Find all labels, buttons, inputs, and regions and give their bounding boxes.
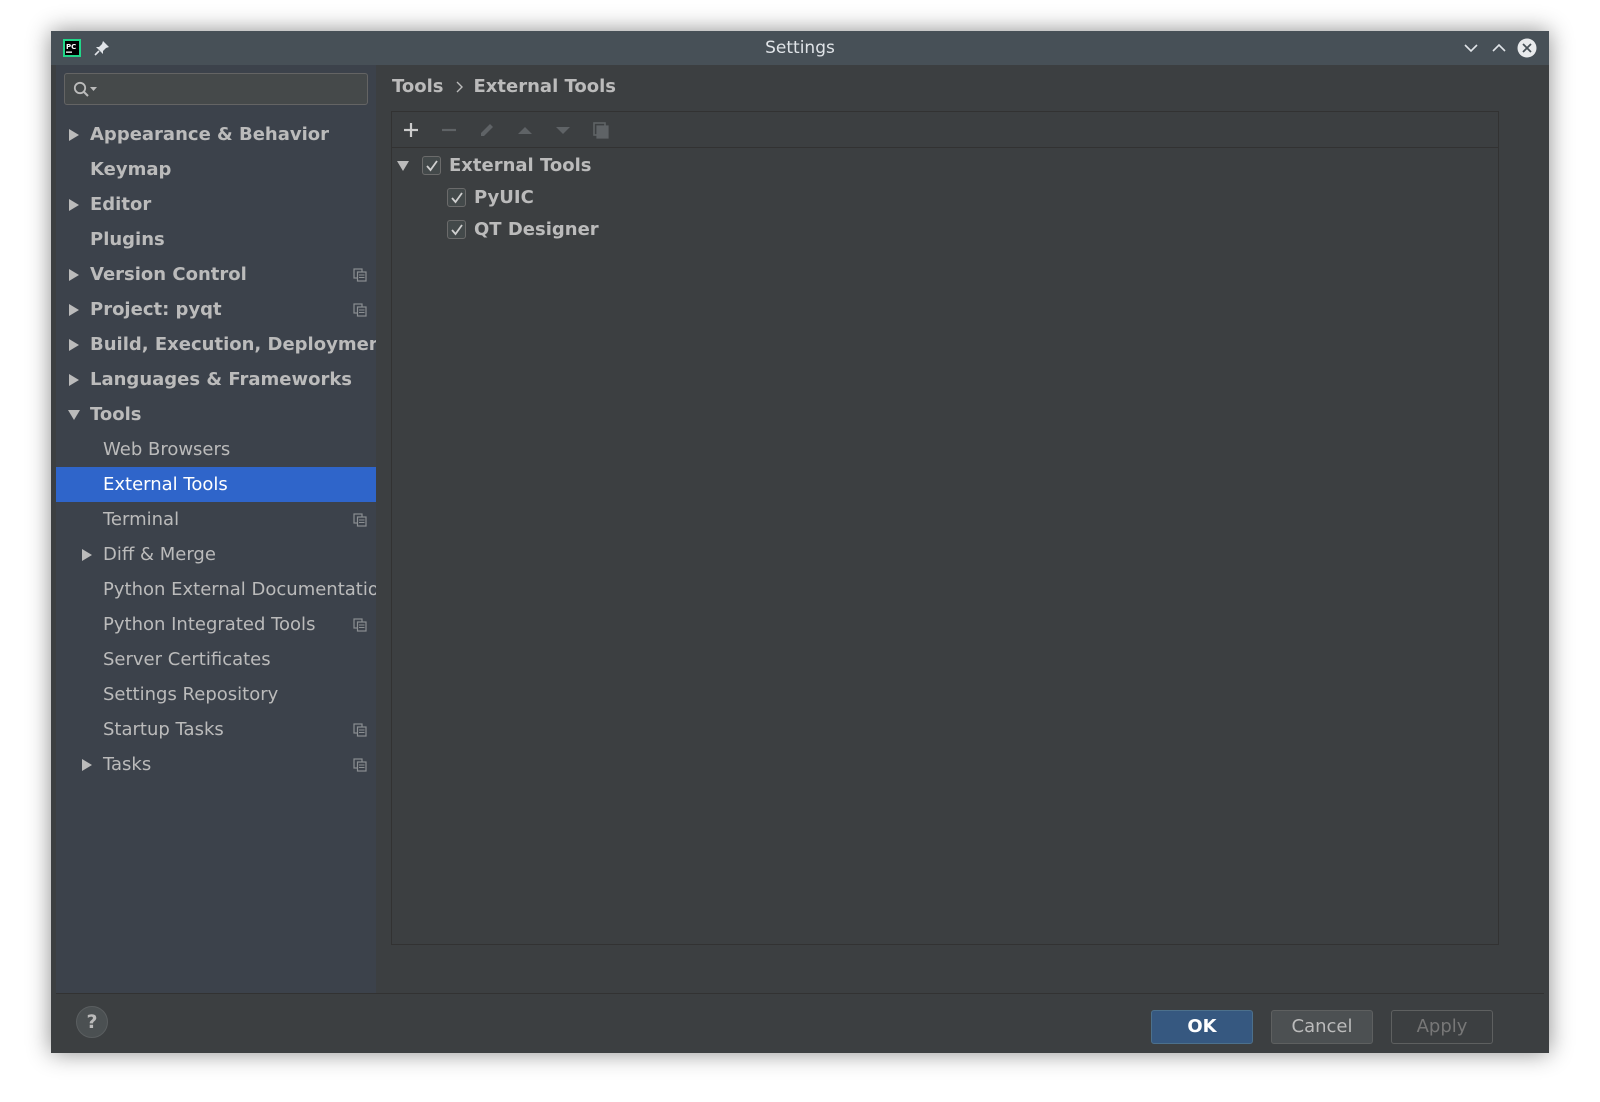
sidebar-item-diff-merge[interactable]: Diff & Merge xyxy=(56,537,376,572)
remove-icon[interactable] xyxy=(439,120,459,140)
content-pane: Tools External Tools External Tools PyUI… xyxy=(376,65,1544,993)
tool-item-label: PyUIC xyxy=(474,187,534,208)
project-level-icon xyxy=(353,618,367,632)
breadcrumb-current: External Tools xyxy=(473,76,617,97)
tool-item-pyuic[interactable]: PyUIC xyxy=(392,182,1498,214)
sidebar-item-editor[interactable]: Editor xyxy=(56,187,376,222)
triangle-right-icon[interactable] xyxy=(68,339,80,351)
sidebar-item-python-external-documentation[interactable]: Python External Documentation xyxy=(56,572,376,607)
tool-group-external-tools[interactable]: External Tools xyxy=(392,150,1498,182)
triangle-right-icon[interactable] xyxy=(68,304,80,316)
sidebar-item-label: Project: pyqt xyxy=(90,299,222,320)
sidebar-item-label: Diff & Merge xyxy=(103,544,216,565)
settings-window: PC Settings Appearance & Behavior Keymap… xyxy=(51,31,1549,1053)
sidebar-item-label: Version Control xyxy=(90,264,247,285)
sidebar-item-label: Server Certificates xyxy=(103,649,271,670)
sidebar-item-startup-tasks[interactable]: Startup Tasks xyxy=(56,712,376,747)
external-tools-tree: External Tools PyUIC QT Designer xyxy=(392,150,1498,246)
triangle-right-icon[interactable] xyxy=(68,269,80,281)
settings-tree: Appearance & Behavior Keymap Editor Plugins… xyxy=(56,117,376,782)
triangle-down-icon[interactable] xyxy=(68,409,80,421)
triangle-down-icon[interactable] xyxy=(396,160,410,172)
settings-search-input[interactable] xyxy=(64,73,368,105)
sidebar-item-keymap[interactable]: Keymap xyxy=(56,152,376,187)
chevron-right-icon xyxy=(456,81,463,93)
maximize-icon[interactable] xyxy=(1489,38,1509,58)
sidebar-item-tasks[interactable]: Tasks xyxy=(56,747,376,782)
sidebar-item-version-control[interactable]: Version Control xyxy=(56,257,376,292)
search-icon xyxy=(73,81,97,97)
tool-item-qt-designer[interactable]: QT Designer xyxy=(392,214,1498,246)
checkbox-qt-designer[interactable] xyxy=(447,220,466,239)
minimize-icon[interactable] xyxy=(1461,38,1481,58)
checkmark-icon xyxy=(451,192,463,204)
sidebar-item-label: Languages & Frameworks xyxy=(90,369,353,390)
project-level-icon xyxy=(353,513,367,527)
sidebar-item-languages-frameworks[interactable]: Languages & Frameworks xyxy=(56,362,376,397)
sidebar-item-external-tools[interactable]: External Tools xyxy=(56,467,376,502)
sidebar-item-python-integrated-tools[interactable]: Python Integrated Tools xyxy=(56,607,376,642)
checkbox-external-tools[interactable] xyxy=(422,156,441,175)
sidebar-item-label: Terminal xyxy=(103,509,180,530)
triangle-right-icon[interactable] xyxy=(68,129,80,141)
edit-icon[interactable] xyxy=(477,120,497,140)
sidebar-item-terminal[interactable]: Terminal xyxy=(56,502,376,537)
close-icon[interactable] xyxy=(1517,38,1537,58)
sidebar-item-project-pyqt[interactable]: Project: pyqt xyxy=(56,292,376,327)
sidebar-item-settings-repository[interactable]: Settings Repository xyxy=(56,677,376,712)
sidebar-item-label: Startup Tasks xyxy=(103,719,224,740)
move-down-icon[interactable] xyxy=(553,120,573,140)
sidebar-item-label: Build, Execution, Deployment xyxy=(90,334,376,355)
sidebar-item-label: Settings Repository xyxy=(103,684,279,705)
title-bar: PC Settings xyxy=(51,31,1549,65)
sidebar-item-label: Web Browsers xyxy=(103,439,231,460)
copy-icon[interactable] xyxy=(591,120,611,140)
settings-sidebar: Appearance & Behavior Keymap Editor Plugins… xyxy=(56,65,376,993)
sidebar-item-label: Tasks xyxy=(103,754,152,775)
project-level-icon xyxy=(353,723,367,737)
project-level-icon xyxy=(353,758,367,772)
triangle-right-icon[interactable] xyxy=(68,374,80,386)
sidebar-item-label: External Tools xyxy=(103,474,228,495)
checkmark-icon xyxy=(426,160,438,172)
checkmark-icon xyxy=(451,224,463,236)
sidebar-item-server-certificates[interactable]: Server Certificates xyxy=(56,642,376,677)
tool-group-label: External Tools xyxy=(449,155,592,176)
breadcrumb: Tools External Tools xyxy=(392,73,616,101)
window-title: Settings xyxy=(765,38,835,58)
ok-button[interactable]: OK xyxy=(1151,1010,1253,1044)
sidebar-item-label: Python External Documentation xyxy=(103,579,376,600)
sidebar-item-label: Python Integrated Tools xyxy=(103,614,316,635)
cancel-button[interactable]: Cancel xyxy=(1271,1010,1373,1044)
triangle-right-icon[interactable] xyxy=(81,549,93,561)
external-tools-panel: External Tools PyUIC QT Designer xyxy=(391,111,1499,945)
tools-toolbar xyxy=(392,112,1498,148)
triangle-right-icon[interactable] xyxy=(81,759,93,771)
sidebar-item-label: Tools xyxy=(90,404,142,425)
project-level-icon xyxy=(353,303,367,317)
sidebar-item-web-browsers[interactable]: Web Browsers xyxy=(56,432,376,467)
sidebar-item-tools[interactable]: Tools xyxy=(56,397,376,432)
tool-item-label: QT Designer xyxy=(474,219,599,240)
sidebar-item-label: Editor xyxy=(90,194,152,215)
dialog-body: Appearance & Behavior Keymap Editor Plugins… xyxy=(56,65,1544,1050)
sidebar-item-label: Plugins xyxy=(90,229,165,250)
sidebar-item-label: Keymap xyxy=(90,159,172,180)
dialog-footer: ? OK Cancel Apply xyxy=(56,993,1544,1050)
checkbox-pyuic[interactable] xyxy=(447,188,466,207)
apply-button[interactable]: Apply xyxy=(1391,1010,1493,1044)
project-level-icon xyxy=(353,268,367,282)
sidebar-item-appearance-behavior[interactable]: Appearance & Behavior xyxy=(56,117,376,152)
move-up-icon[interactable] xyxy=(515,120,535,140)
sidebar-item-label: Appearance & Behavior xyxy=(90,124,330,145)
add-icon[interactable] xyxy=(401,120,421,140)
sidebar-item-build-execution-deployment[interactable]: Build, Execution, Deployment xyxy=(56,327,376,362)
triangle-right-icon[interactable] xyxy=(68,199,80,211)
help-button[interactable]: ? xyxy=(76,1006,108,1038)
breadcrumb-parent[interactable]: Tools xyxy=(392,76,444,97)
sidebar-item-plugins[interactable]: Plugins xyxy=(56,222,376,257)
